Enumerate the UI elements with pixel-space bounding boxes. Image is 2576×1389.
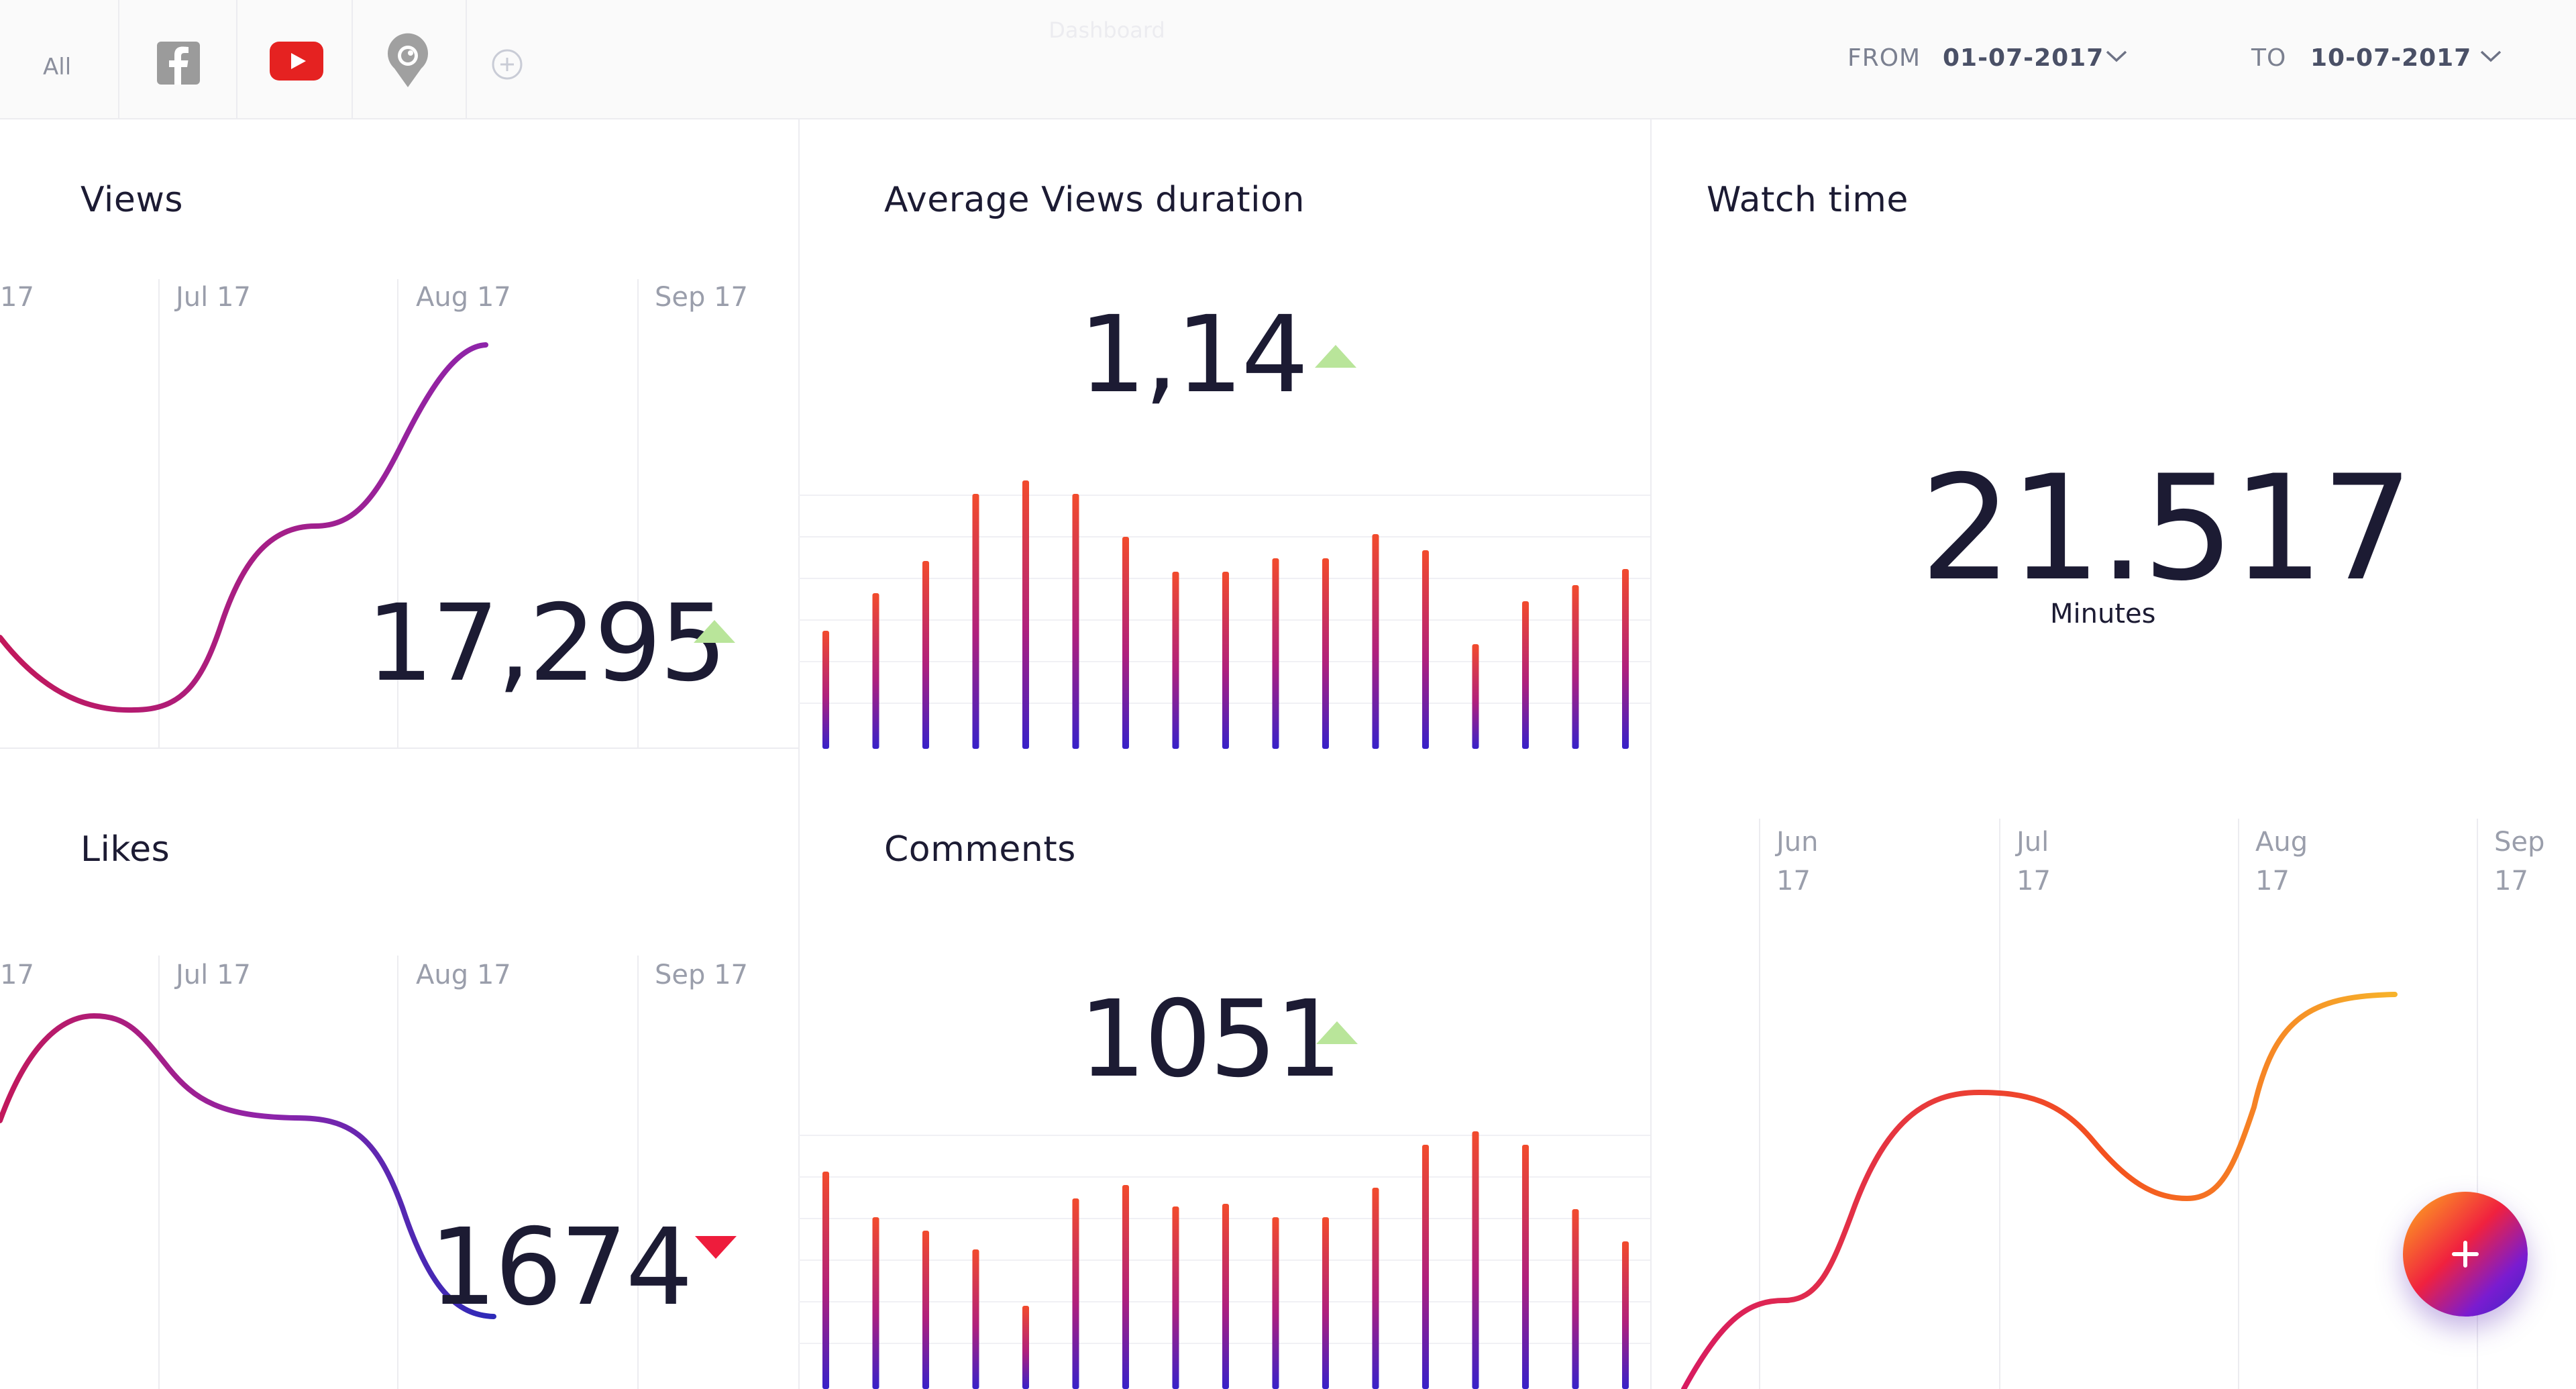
chart-bar	[922, 1231, 929, 1389]
chart-bar	[972, 1249, 979, 1389]
chart-bar	[872, 1217, 879, 1389]
trend-up-icon	[1315, 345, 1356, 368]
chart-bar	[1322, 1217, 1329, 1389]
plus-icon	[2452, 1241, 2479, 1268]
chart-bar	[972, 494, 979, 749]
chart-bar	[1022, 1306, 1029, 1389]
chart-bar	[1272, 1217, 1279, 1389]
chart-bar	[1122, 537, 1129, 749]
chart-bar	[1572, 1209, 1579, 1389]
chart-bar	[1522, 1145, 1529, 1389]
chart-bar	[922, 561, 929, 749]
chart-bar	[1022, 480, 1029, 749]
chart-bar	[1622, 1241, 1629, 1389]
chart-bar	[1572, 585, 1579, 749]
chart-bar	[1322, 558, 1329, 749]
chart-bar	[1072, 1198, 1079, 1389]
avg-duration-title: Average Views duration	[884, 180, 1305, 220]
add-fab-button[interactable]	[2403, 1192, 2528, 1317]
chart-bar	[1122, 1185, 1129, 1389]
watch-time-line-chart	[1681, 992, 2398, 1389]
chart-bar	[1422, 1145, 1429, 1389]
chart-bar	[1222, 1204, 1229, 1389]
chart-bar	[822, 631, 829, 749]
likes-line-chart	[0, 1013, 496, 1319]
comments-title: Comments	[884, 829, 1076, 870]
trend-down-icon	[695, 1236, 737, 1259]
chart-bar	[1222, 572, 1229, 749]
chart-bar	[1622, 569, 1629, 749]
trend-up-icon	[1316, 1021, 1358, 1044]
chart-bar	[1372, 1188, 1379, 1389]
avg-duration-value: 1,14	[1079, 293, 1309, 417]
comments-value: 1051	[1079, 978, 1342, 1101]
avg-duration-bar-chart	[798, 480, 1650, 749]
chart-bar	[1172, 572, 1179, 749]
chart-bar	[872, 593, 879, 749]
chart-bar	[1372, 534, 1379, 749]
chart-bar	[1272, 558, 1279, 749]
chart-bar	[1472, 1131, 1479, 1389]
chart-bar	[1472, 644, 1479, 749]
chart-bar	[1422, 550, 1429, 749]
chart-bar	[1522, 601, 1529, 749]
likes-value: 1674	[429, 1206, 693, 1329]
chart-bar	[1172, 1206, 1179, 1389]
page-title: Dashboard	[1049, 17, 1165, 43]
chart-bar	[822, 1172, 829, 1389]
chart-bar	[1072, 494, 1079, 749]
comments-bar-chart	[798, 1131, 1650, 1389]
